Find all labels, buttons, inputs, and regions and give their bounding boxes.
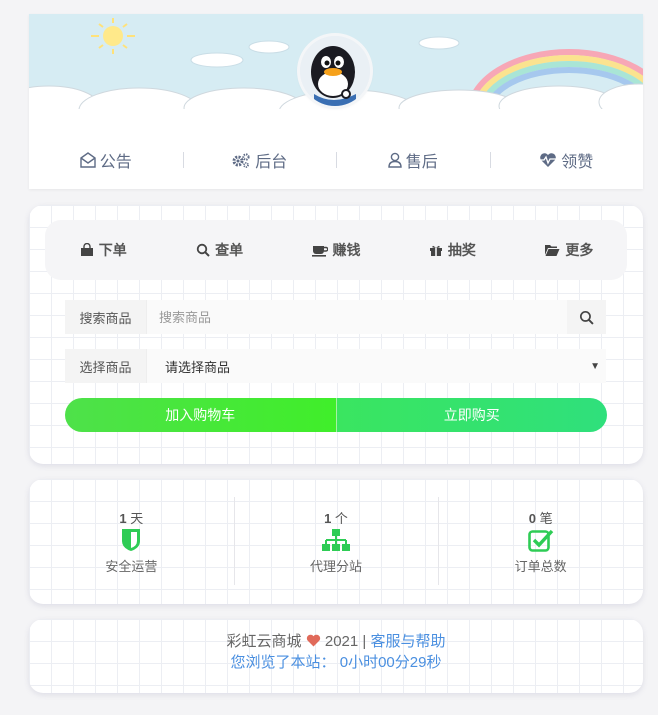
avatar[interactable] <box>300 36 370 106</box>
separator: | <box>362 633 367 650</box>
nav-item-label: 售后 <box>405 154 438 171</box>
search-icon <box>196 243 210 257</box>
stats-card: 1 天 安全运营 1 个 代理分站 0 笔 订单总数 <box>29 479 643 604</box>
gears-icon <box>232 153 250 168</box>
footer: 彩虹云商城 2021 | 客服与帮助 您浏览了本站： 0小时00分29秒 <box>29 631 643 673</box>
header-nav: 公告 后台 售后 领赞 <box>29 147 643 173</box>
footer-card: 彩虹云商城 2021 | 客服与帮助 您浏览了本站： 0小时00分29秒 <box>29 619 643 693</box>
tab-label: 抽奖 <box>447 242 476 258</box>
tab-earn[interactable]: 赚钱 <box>278 220 394 280</box>
product-select-value: 请选择商品 <box>165 359 231 375</box>
tab-query-order[interactable]: 查单 <box>161 220 277 280</box>
product-select-row: 选择商品 请选择商品 ▼ <box>65 349 606 383</box>
tab-order[interactable]: 下单 <box>45 220 161 280</box>
function-tabs: 下单 查单 赚钱 抽奖 更多 <box>45 220 627 280</box>
browsed-label: 您浏览了本站： <box>230 654 336 671</box>
search-button[interactable] <box>567 300 606 334</box>
order-card: 下单 查单 赚钱 抽奖 更多 搜索商品 搜索商品 选择商品 请选择商品 ▼ 加入… <box>29 205 643 464</box>
header-banner: 公告 后台 售后 领赞 <box>29 14 643 189</box>
user-icon <box>388 152 402 168</box>
help-link[interactable]: 客服与帮助 <box>370 633 445 650</box>
add-to-cart-button[interactable]: 加入购物车 <box>65 398 337 432</box>
stat-label: 代理分站 <box>310 559 363 574</box>
tab-label: 查单 <box>215 242 244 258</box>
stat-uptime: 1 天 安全运营 <box>29 479 234 604</box>
stat-label: 订单总数 <box>514 559 567 574</box>
copyright-year: 2021 <box>324 633 359 650</box>
stat-label: 安全运营 <box>105 559 158 574</box>
tab-label: 赚钱 <box>332 242 361 258</box>
shield-icon <box>122 529 141 551</box>
nav-item-like[interactable]: 领赞 <box>489 147 644 173</box>
buy-now-button[interactable]: 立即购买 <box>336 398 607 432</box>
heart-icon <box>306 634 320 647</box>
check-square-icon <box>527 529 553 552</box>
nav-item-label: 公告 <box>99 154 132 171</box>
stat-value: 1 天 <box>119 511 144 526</box>
search-input[interactable] <box>147 300 567 334</box>
shopping-bag-icon <box>80 243 93 256</box>
stat-value: 0 笔 <box>528 511 553 526</box>
heartbeat-icon <box>540 153 557 167</box>
tab-lottery[interactable]: 抽奖 <box>394 220 510 280</box>
gift-icon <box>429 245 442 256</box>
envelope-open-icon <box>80 152 96 168</box>
sitemap-icon <box>322 529 350 551</box>
coffee-cup-icon <box>311 246 328 257</box>
stat-orders: 0 笔 订单总数 <box>438 479 643 604</box>
footer-line-2: 您浏览了本站： 0小时00分29秒 <box>29 652 643 673</box>
search-icon <box>579 310 594 325</box>
tab-more[interactable]: 更多 <box>511 220 627 280</box>
search-label: 搜索商品 <box>65 300 147 334</box>
browsed-time: 0小时00分29秒 <box>339 654 442 671</box>
search-row: 搜索商品 <box>65 300 606 334</box>
footer-line-1: 彩虹云商城 2021 | 客服与帮助 <box>29 631 643 652</box>
tab-label: 更多 <box>565 242 594 258</box>
action-buttons: 加入购物车 立即购买 <box>65 398 607 432</box>
select-label: 选择商品 <box>65 349 147 383</box>
caret-down-icon: ▼ <box>590 360 600 372</box>
stat-value: 1 个 <box>324 511 348 526</box>
stat-substations: 1 个 代理分站 <box>233 479 439 604</box>
site-name: 彩虹云商城 <box>226 633 302 650</box>
nav-item-notice[interactable]: 公告 <box>29 147 183 173</box>
nav-item-after-sales[interactable]: 售后 <box>336 147 490 173</box>
penguin-avatar-icon <box>300 36 370 106</box>
nav-item-admin[interactable]: 后台 <box>182 147 337 173</box>
product-select[interactable]: 请选择商品 ▼ <box>147 349 606 383</box>
tab-label: 下单 <box>98 242 127 258</box>
folder-open-icon <box>545 245 560 256</box>
nav-item-label: 后台 <box>255 154 288 171</box>
nav-item-label: 领赞 <box>561 154 594 171</box>
